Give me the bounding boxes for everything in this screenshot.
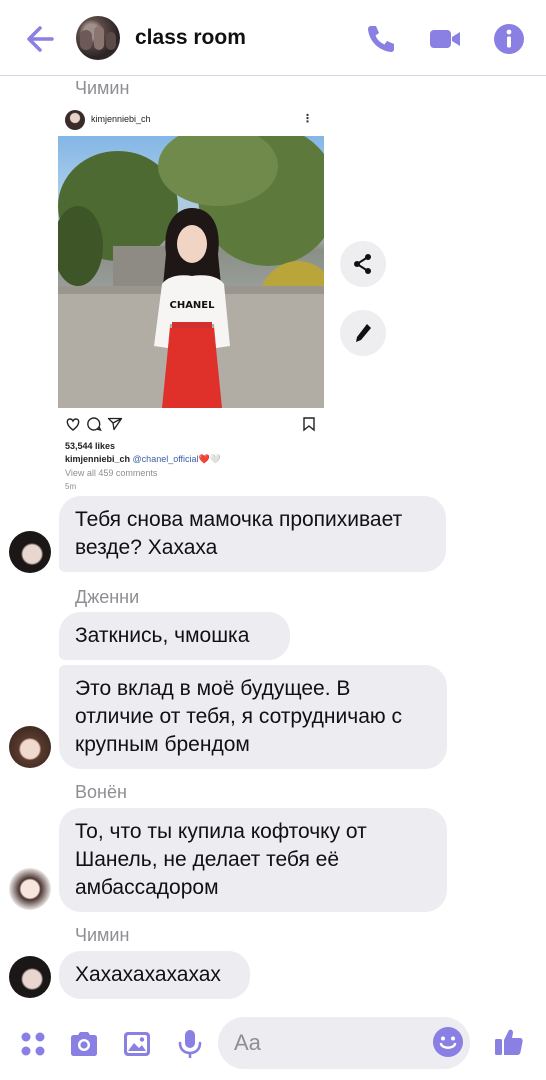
post-photo[interactable]: CHANEL [58,136,324,408]
shared-instagram-post[interactable]: kimjenniebi_ch ⋮ CHANEL 53,544 likes kim… [58,104,324,492]
edit-button[interactable] [340,310,386,356]
avatar-jimin[interactable] [9,956,51,998]
message-bubble[interactable]: То, что ты купила кофточку от Шанель, не… [59,808,447,912]
apps-grid-icon[interactable] [17,1028,49,1060]
caption-username[interactable]: kimjenniebi_ch [65,454,130,464]
camera-icon[interactable] [68,1028,100,1060]
bookmark-icon[interactable] [301,416,317,432]
sweater-lettering: CHANEL [169,300,215,311]
video-camera-icon[interactable] [428,22,462,56]
post-username[interactable]: kimjenniebi_ch [91,114,151,124]
avatar-jennie[interactable] [9,726,51,768]
post-likes-count: 53,544 likes [65,441,116,451]
avatar-wonyoung[interactable] [9,868,51,910]
heart-icon[interactable] [65,416,81,432]
chat-header: class room [0,0,546,76]
caption-emoji: ❤️🤍 [198,454,221,464]
post-actions-bar [58,412,324,436]
sender-name: Чимин [75,925,130,945]
post-photo-illustration: CHANEL [58,136,324,408]
message-input-placeholder: Aa [234,1030,261,1055]
back-arrow-icon[interactable] [22,22,58,56]
message-composer: Aa [0,1010,546,1080]
more-options-icon[interactable]: ⋮ [302,112,313,125]
caption-tag[interactable]: @chanel_official [133,454,199,464]
share-icon [354,254,371,274]
view-comments-link[interactable]: View all 459 comments [65,468,157,478]
gallery-icon[interactable] [121,1028,153,1060]
comment-icon[interactable] [86,416,102,432]
post-timestamp: 5m [65,482,77,491]
message-bubble[interactable]: Тебя снова мамочка пропихивает везде? Ха… [59,496,446,572]
phone-icon[interactable] [364,22,398,56]
share-plane-icon[interactable] [107,416,123,432]
microphone-icon[interactable] [174,1028,206,1060]
avatar-jimin[interactable] [9,531,51,573]
emoji-icon[interactable] [432,1026,464,1058]
chat-title[interactable]: class room [135,26,246,50]
thumbs-up-icon[interactable] [493,1026,525,1058]
message-input[interactable]: Aa [218,1017,470,1069]
post-author-avatar [65,110,85,130]
post-header: kimjenniebi_ch ⋮ [58,104,324,136]
message-bubble[interactable]: Хахахахахахах [59,951,250,999]
sender-name: Вонён [75,782,127,802]
share-button[interactable] [340,241,386,287]
pencil-icon [356,324,371,342]
message-bubble[interactable]: Заткнись, чмошка [59,612,290,660]
sender-name: Чимин [75,78,130,98]
info-icon[interactable] [492,22,526,56]
post-caption: kimjenniebi_ch @chanel_official❤️🤍 [65,454,221,465]
message-bubble[interactable]: Это вклад в моё будущее. В отличие от те… [59,665,447,769]
sender-name: Дженни [75,587,140,607]
group-avatar[interactable] [76,16,120,60]
